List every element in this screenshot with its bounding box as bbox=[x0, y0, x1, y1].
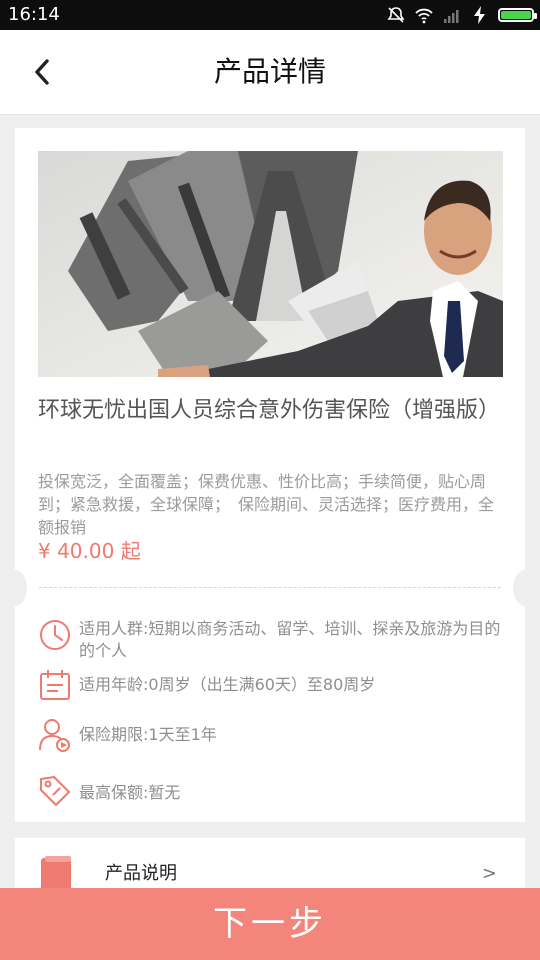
product-description: 投保宽泛，全面覆盖；保费优惠、性价比高；手续简便，贴心周到；紧急救援，全球保障；… bbox=[38, 472, 495, 537]
hero-illustration bbox=[38, 151, 503, 377]
ticket-notch-right bbox=[513, 570, 537, 606]
status-icons bbox=[386, 4, 537, 26]
signal-icon bbox=[444, 10, 459, 23]
page-title: 产品详情 bbox=[213, 55, 326, 88]
status-bar: 16:14 bbox=[0, 0, 540, 30]
chevron-right-icon: > bbox=[481, 863, 497, 884]
status-time: 16:14 bbox=[8, 4, 60, 25]
clock-icon bbox=[40, 620, 70, 650]
product-price: ¥ 40.00 起 bbox=[38, 539, 141, 563]
product-title: 环球无忧出国人员综合意外伤害保险（增强版） bbox=[38, 398, 501, 423]
product-card: 环球无忧出国人员综合意外伤害保险（增强版） 投保宽泛，全面覆盖；保费优惠、性价比… bbox=[3, 128, 537, 822]
next-step-button[interactable]: 下一步 bbox=[0, 888, 540, 960]
charging-icon bbox=[474, 6, 485, 24]
info-text-amount: 最高保额:暂无 bbox=[79, 783, 181, 802]
hero-image bbox=[38, 151, 503, 377]
dashed-divider bbox=[39, 587, 501, 588]
section-label: 产品说明 bbox=[105, 863, 177, 884]
battery-level bbox=[501, 11, 531, 19]
calendar-icon bbox=[40, 670, 70, 700]
info-text-period: 保险期限:1天至1年 bbox=[79, 725, 217, 744]
top-bar: 产品详情 bbox=[0, 30, 540, 115]
info-text-age: 适用年龄:0周岁（出生满60天）至80周岁 bbox=[79, 675, 376, 694]
person-play-icon bbox=[39, 719, 70, 752]
battery-icon bbox=[498, 8, 537, 22]
wifi-icon bbox=[415, 8, 433, 24]
ticket-notch-left bbox=[3, 570, 27, 606]
mute-icon bbox=[387, 7, 405, 23]
info-text-audience: 适用人群:短期以商务活动、留学、培训、探亲及旅游为目的的个人 bbox=[79, 619, 501, 660]
tag-icon bbox=[40, 776, 70, 806]
